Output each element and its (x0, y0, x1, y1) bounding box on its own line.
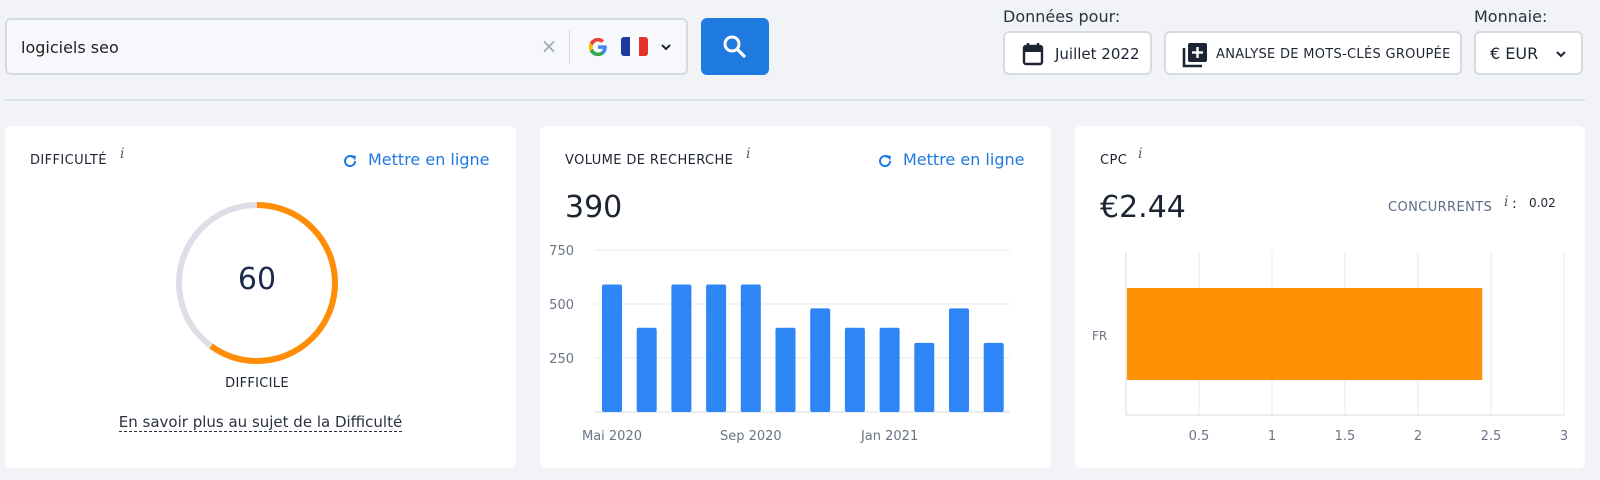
currency-value: € EUR (1490, 44, 1539, 63)
cpc-card: CPC i €2.44 CONCURRENTS i : 0.02 0.5 1 1.5… (1075, 126, 1585, 468)
info-icon[interactable]: i (1138, 146, 1142, 162)
search-volume-card: VOLUME DE RECHERCHE i Mettre en ligne 39… (540, 126, 1051, 468)
x-tick-label: Sep 2020 (720, 429, 782, 444)
x-tick-label: 2.5 (1481, 429, 1502, 444)
volume-bar (636, 327, 657, 412)
volume-bar (983, 342, 1004, 412)
date-select-label: Juillet 2022 (1055, 45, 1140, 63)
difficulty-refresh-label: Mettre en ligne (368, 150, 490, 169)
y-category-label: FR (1092, 329, 1107, 343)
cpc-chart: 0.5 1 1.5 2 2.5 3 FR (1092, 252, 1568, 444)
volume-bar (602, 284, 622, 412)
search-engine-country-select[interactable] (587, 30, 682, 64)
search-volume-value: 390 (565, 190, 623, 225)
difficulty-score: 60 (237, 262, 277, 297)
x-tick-label: Mai 2020 (582, 429, 642, 444)
data-for-label: Données pour: (1003, 7, 1121, 26)
x-tick-label: Jan 2021 (860, 429, 918, 444)
currency-label: Monnaie: (1474, 7, 1548, 26)
competition-colon: : (1512, 196, 1517, 212)
clear-icon[interactable]: × (537, 34, 561, 58)
chevron-down-icon (661, 44, 671, 51)
volume-bar (949, 308, 969, 412)
chevron-down-icon (1556, 51, 1566, 58)
france-flag-icon (621, 37, 648, 56)
search-button[interactable] (701, 18, 769, 75)
bulk-keyword-analysis-label: ANALYSE DE MOTS-CLÉS GROUPÉE (1216, 47, 1451, 62)
bulk-keyword-analysis-button[interactable]: ANALYSE DE MOTS-CLÉS GROUPÉE (1164, 31, 1462, 75)
competition-value: 0.02 (1529, 196, 1556, 210)
volume-bar (775, 327, 796, 412)
cpc-value: €2.44 (1100, 190, 1186, 225)
y-tick-label: 750 (549, 244, 574, 259)
y-tick-label: 250 (549, 352, 574, 367)
refresh-icon (879, 155, 892, 168)
y-tick-label: 500 (549, 298, 574, 313)
volume-refresh-label: Mettre en ligne (903, 150, 1025, 169)
volume-bar (844, 327, 865, 412)
difficulty-title: DIFFICULTÉ (30, 153, 107, 168)
search-icon (723, 35, 746, 58)
header-divider (5, 99, 1585, 101)
cpc-bar (1127, 288, 1483, 380)
x-tick-label: 2 (1414, 429, 1422, 444)
date-select-button[interactable]: Juillet 2022 (1003, 31, 1152, 75)
volume-bar (740, 284, 761, 412)
calendar-icon (1022, 43, 1044, 66)
volume-bar (914, 342, 935, 412)
info-icon[interactable]: i (1504, 194, 1508, 210)
difficulty-learn-more-link[interactable]: En savoir plus au sujet de la Difficulté (118, 413, 403, 432)
volume-bar (879, 327, 900, 412)
x-tick-label: 1.5 (1335, 429, 1356, 444)
volume-bar (671, 284, 692, 412)
info-icon[interactable]: i (120, 146, 124, 162)
keyword-search-input[interactable] (21, 32, 511, 62)
divider (569, 30, 570, 64)
difficulty-level: DIFFICILE (225, 376, 289, 391)
search-volume-title: VOLUME DE RECHERCHE (565, 153, 734, 168)
search-volume-chart: 750 500 250 Mai 2020 Sep 2020 Jan 2021 (549, 244, 1010, 444)
info-icon[interactable]: i (746, 146, 750, 162)
keyword-search-box: × (5, 18, 688, 75)
x-tick-label: 1 (1268, 429, 1276, 444)
volume-bar (706, 284, 727, 412)
x-tick-label: 0.5 (1189, 429, 1210, 444)
add-list-icon (1182, 43, 1207, 68)
x-tick-label: 3 (1560, 429, 1568, 444)
refresh-icon (344, 155, 357, 168)
competition-label: CONCURRENTS (1388, 200, 1493, 215)
difficulty-card: DIFFICULTÉ i Mettre en ligne 60 DIFFICIL… (5, 126, 516, 468)
volume-bar (810, 308, 831, 412)
google-icon (588, 37, 607, 57)
currency-select[interactable]: € EUR (1474, 31, 1583, 75)
cpc-title: CPC (1100, 153, 1128, 168)
